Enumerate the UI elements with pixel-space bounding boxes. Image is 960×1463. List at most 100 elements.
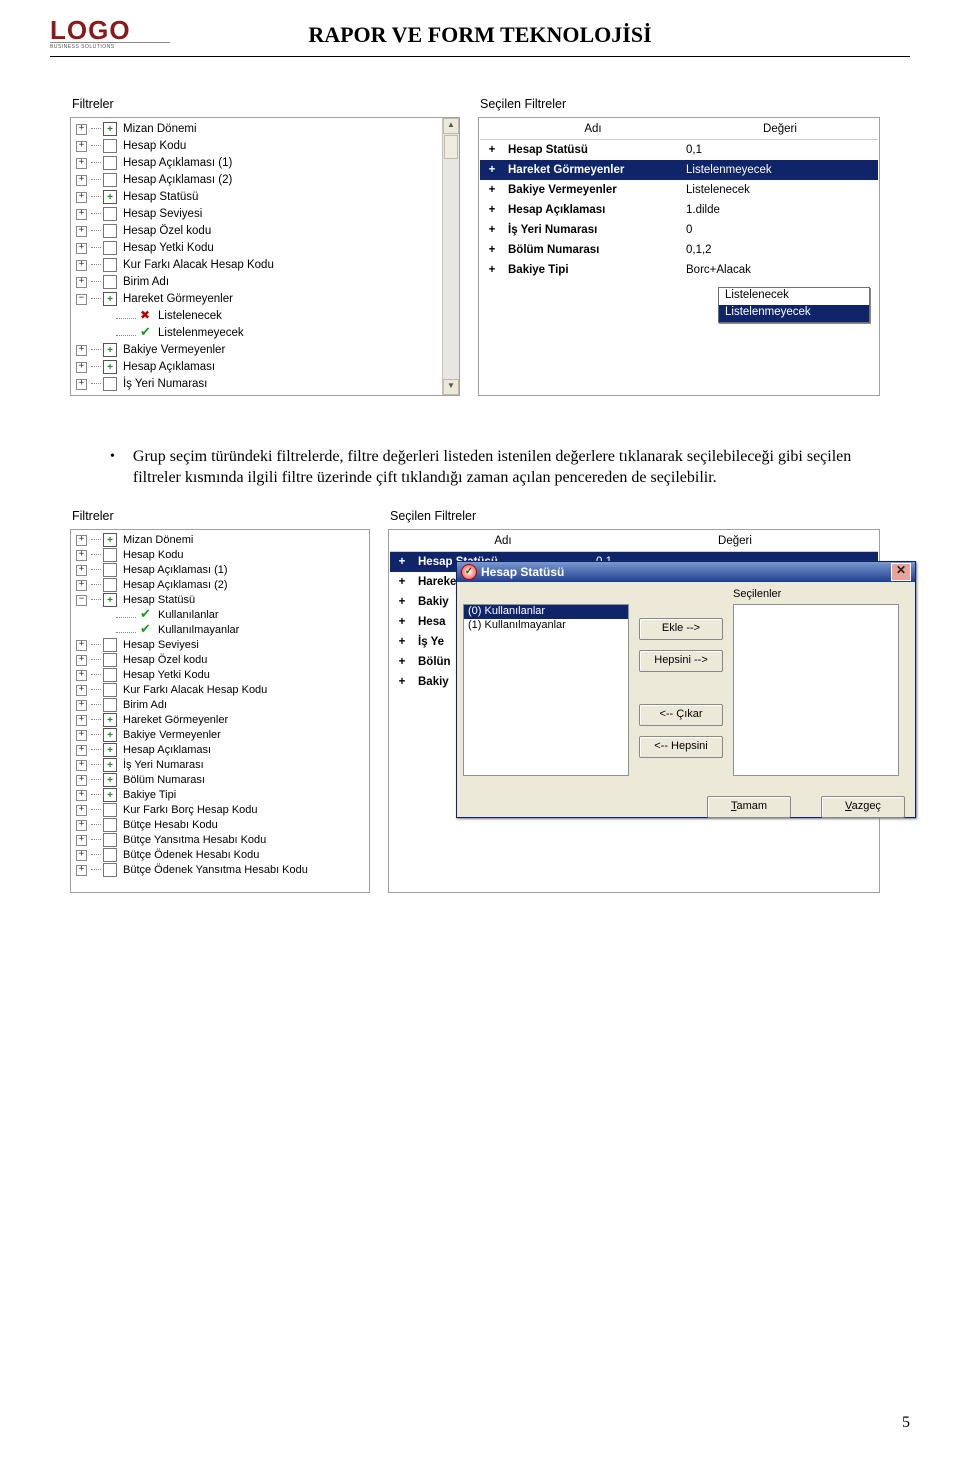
expand-icon[interactable]: + [76, 550, 87, 561]
row-expand-icon[interactable]: + [480, 260, 504, 280]
tree-item[interactable]: +.Hesap Açıklaması (2) [74, 578, 366, 593]
tree-item[interactable]: ✔Listelenmeyecek [74, 325, 439, 342]
expand-icon[interactable]: + [76, 243, 87, 254]
tree-item[interactable]: ++Bölüm Numarası [74, 773, 366, 788]
list-item[interactable]: (1) Kullanılmayanlar [464, 619, 628, 633]
table-row[interactable]: +Bakiye VermeyenlerListelenecek [480, 180, 878, 200]
scroll-thumb[interactable] [444, 135, 458, 159]
filter-tree[interactable]: ++Mizan Dönemi+.Hesap Kodu +.Hesap Açıkla… [72, 531, 368, 880]
expand-icon[interactable]: + [76, 535, 87, 546]
tree-item[interactable]: ++Mizan Dönemi [74, 121, 439, 138]
tree-item[interactable]: ✔Kullanılmayanlar [74, 623, 366, 638]
tree-item[interactable]: ✔Kullanılanlar [74, 608, 366, 623]
expand-icon[interactable]: + [76, 362, 87, 373]
tree-item[interactable]: ++Bakiye Vermeyenler [74, 728, 366, 743]
row-expand-icon[interactable]: + [390, 612, 414, 632]
tree-item[interactable]: +.Hesap Açıklaması (2) [74, 172, 439, 189]
expand-icon[interactable]: + [76, 850, 87, 861]
expand-icon[interactable]: + [76, 730, 87, 741]
row-expand-icon[interactable]: + [390, 652, 414, 672]
expand-icon[interactable]: + [76, 775, 87, 786]
expand-icon[interactable]: + [76, 277, 87, 288]
remove-all-button[interactable]: <-- Hepsini [639, 736, 723, 758]
expand-icon[interactable]: + [76, 192, 87, 203]
tree-item[interactable]: +.Hesap Seviyesi [74, 638, 366, 653]
dropdown-option-selected[interactable]: Listelenmeyecek [719, 305, 869, 322]
dropdown-option[interactable]: Listelenecek [719, 288, 869, 305]
table-row[interactable]: +Hareket GörmeyenlerListelenmeyecek [480, 160, 878, 180]
table-row[interactable]: +Bölüm Numarası0,1,2 [480, 240, 878, 260]
expand-icon[interactable]: + [76, 175, 87, 186]
tree-item[interactable]: +.Hesap Yetki Kodu [74, 240, 439, 257]
tree-item[interactable]: ++Bakiye Tipi [74, 788, 366, 803]
expand-icon[interactable]: + [76, 805, 87, 816]
tree-item[interactable]: ++Mizan Dönemi [74, 533, 366, 548]
expand-icon[interactable]: + [76, 260, 87, 271]
collapse-icon[interactable]: − [76, 294, 87, 305]
table-row[interactable]: +İş Yeri Numarası0 [480, 220, 878, 240]
selected-listbox[interactable] [733, 604, 899, 776]
expand-icon[interactable]: + [76, 640, 87, 651]
row-expand-icon[interactable]: + [480, 220, 504, 240]
expand-icon[interactable]: + [76, 790, 87, 801]
tree-item[interactable]: +.Kur Farkı Borç Hesap Kodu [74, 803, 366, 818]
tree-item[interactable]: +.Hesap Özel kodu [74, 653, 366, 668]
row-expand-icon[interactable]: + [480, 200, 504, 220]
available-listbox[interactable]: (0) Kullanılanlar(1) Kullanılmayanlar [463, 604, 629, 776]
expand-icon[interactable]: + [76, 379, 87, 390]
filter-tree[interactable]: ++Mizan Dönemi+.Hesap Kodu+.Hesap Açıkla… [72, 119, 441, 395]
expand-icon[interactable]: + [76, 835, 87, 846]
remove-button[interactable]: <-- Çıkar [639, 704, 723, 726]
tree-item[interactable]: +.Hesap Açıklaması (1) [74, 155, 439, 172]
tree-item[interactable]: +.Bütçe Ödenek Yansıtma Hesabı Kodu [74, 863, 366, 878]
scroll-down-button[interactable]: ▼ [443, 379, 459, 395]
dialog-titlebar[interactable]: ✓ Hesap Statüsü ✕ [457, 562, 915, 582]
tree-item[interactable]: ++Hesap Açıklaması [74, 743, 366, 758]
tree-item[interactable]: +.Hesap Özel kodu [74, 223, 439, 240]
expand-icon[interactable]: + [76, 760, 87, 771]
tree-item[interactable]: +.Hesap Seviyesi [74, 206, 439, 223]
tree-item[interactable]: +.Hesap Kodu [74, 548, 366, 563]
tree-item[interactable]: +.Kur Farkı Alacak Hesap Kodu [74, 683, 366, 698]
tree-item[interactable]: +.İş Yeri Numarası [74, 376, 439, 393]
expand-icon[interactable]: + [76, 124, 87, 135]
scrollbar[interactable]: ▲ ▼ [442, 118, 459, 395]
expand-icon[interactable]: + [76, 865, 87, 876]
tree-item[interactable]: −+Hesap Statüsü [74, 593, 366, 608]
selected-filters-table[interactable]: Adı Değeri +Hesap Statüsü0,1+Hareket Gör… [480, 119, 878, 280]
expand-icon[interactable]: + [76, 226, 87, 237]
tree-item[interactable]: ++Hesap Açıklaması [74, 359, 439, 376]
ok-button[interactable]: Tamam [707, 796, 791, 818]
tree-item[interactable]: ✖Listelenecek [74, 308, 439, 325]
tree-item[interactable]: +.Kur Farkı Alacak Hesap Kodu [74, 257, 439, 274]
tree-item[interactable]: ++Hesap Statüsü [74, 189, 439, 206]
expand-icon[interactable]: + [76, 209, 87, 220]
tree-item[interactable]: ++Bakiye Vermeyenler [74, 342, 439, 359]
add-all-button[interactable]: Hepsini --> [639, 650, 723, 672]
tree-item[interactable]: +.Bütçe Hesabı Kodu [74, 818, 366, 833]
dialog-close-button[interactable]: ✕ [891, 563, 911, 581]
scroll-up-button[interactable]: ▲ [443, 118, 459, 134]
expand-icon[interactable]: + [76, 345, 87, 356]
tree-item[interactable]: +.Birim Adı [74, 698, 366, 713]
row-expand-icon[interactable]: + [480, 180, 504, 200]
add-button[interactable]: Ekle --> [639, 618, 723, 640]
cancel-button[interactable]: Vazgeç [821, 796, 905, 818]
expand-icon[interactable]: + [76, 685, 87, 696]
tree-item[interactable]: +.Bütçe Yansıtma Hesabı Kodu [74, 833, 366, 848]
expand-icon[interactable]: + [76, 820, 87, 831]
tree-item[interactable]: ++Hareket Görmeyenler [74, 713, 366, 728]
list-item[interactable]: (0) Kullanılanlar [464, 605, 628, 619]
tree-item[interactable]: −+Hareket Görmeyenler [74, 291, 439, 308]
tree-item[interactable]: +.Birim Adı [74, 274, 439, 291]
value-dropdown[interactable]: Listelenecek Listelenmeyecek [718, 287, 870, 323]
expand-icon[interactable]: + [76, 580, 87, 591]
expand-icon[interactable]: + [76, 565, 87, 576]
expand-icon[interactable]: + [76, 158, 87, 169]
tree-item[interactable]: +.Hesap Yetki Kodu [74, 668, 366, 683]
row-expand-icon[interactable]: + [390, 551, 414, 572]
tree-item[interactable]: +.Hesap Kodu [74, 138, 439, 155]
expand-icon[interactable]: + [76, 745, 87, 756]
row-expand-icon[interactable]: + [480, 139, 504, 160]
row-expand-icon[interactable]: + [390, 632, 414, 652]
